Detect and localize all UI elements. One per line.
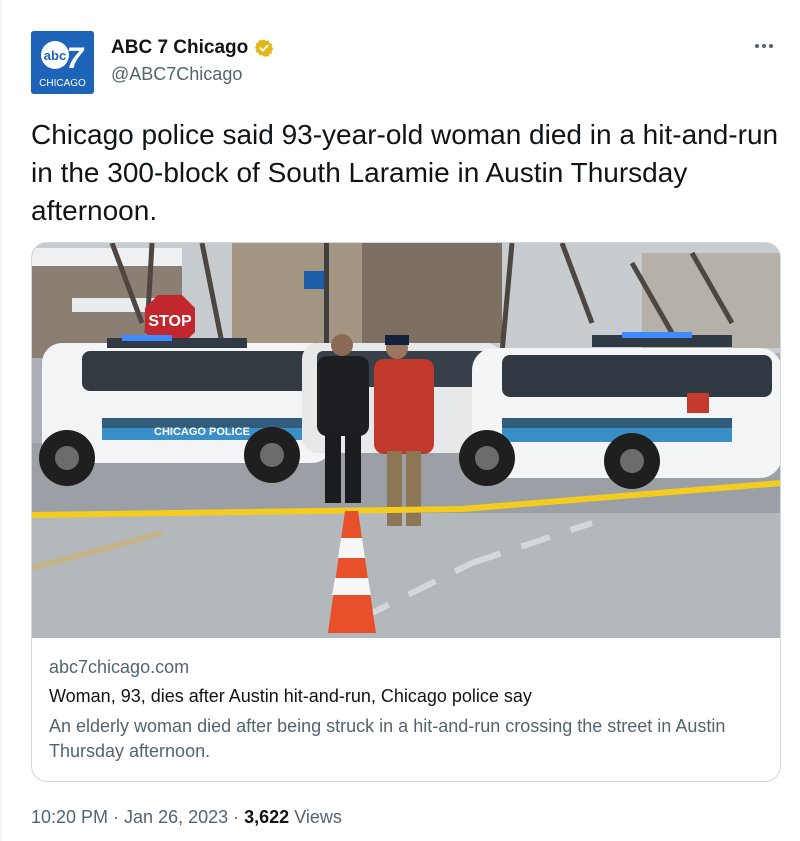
tweet-meta: 10:20 PM · Jan 26, 2023 · 3,622 Views [31, 807, 342, 828]
author-handle[interactable]: @ABC7Chicago [111, 64, 242, 85]
svg-text:CHICAGO: CHICAGO [39, 78, 86, 89]
card-image[interactable]: STOP CHICAGO POLICE [32, 243, 780, 638]
views-label: Views [294, 807, 342, 827]
svg-text:CHICAGO POLICE: CHICAGO POLICE [154, 426, 250, 438]
author-name-row: ABC 7 Chicago [111, 37, 274, 59]
tweet: abc 7 CHICAGO ABC 7 Chicago @ABC7Chicago… [0, 0, 800, 841]
verified-badge-icon[interactable] [254, 38, 274, 58]
svg-text:STOP: STOP [148, 313, 192, 330]
tweet-date[interactable]: Jan 26, 2023 [124, 807, 228, 828]
svg-text:abc: abc [44, 48, 66, 63]
avatar[interactable]: abc 7 CHICAGO [31, 31, 94, 94]
card-description: An elderly woman died after being struck… [49, 716, 726, 761]
abc7-logo-icon: abc 7 CHICAGO [31, 31, 94, 94]
views-count[interactable]: 3,622 [244, 807, 289, 828]
card-domain[interactable]: abc7chicago.com [49, 657, 189, 678]
author-name[interactable]: ABC 7 Chicago [111, 37, 248, 59]
tweet-text: Chicago police said 93-year-old woman di… [31, 119, 779, 226]
card-title[interactable]: Woman, 93, dies after Austin hit-and-run… [49, 686, 532, 707]
meta-separator: · [113, 807, 120, 827]
more-icon[interactable] [750, 32, 778, 60]
meta-separator: · [233, 807, 240, 827]
tweet-time[interactable]: 10:20 PM [31, 807, 108, 828]
link-card[interactable]: STOP CHICAGO POLICE abc7chicago.com Woma… [31, 242, 781, 782]
svg-text:7: 7 [67, 42, 85, 75]
